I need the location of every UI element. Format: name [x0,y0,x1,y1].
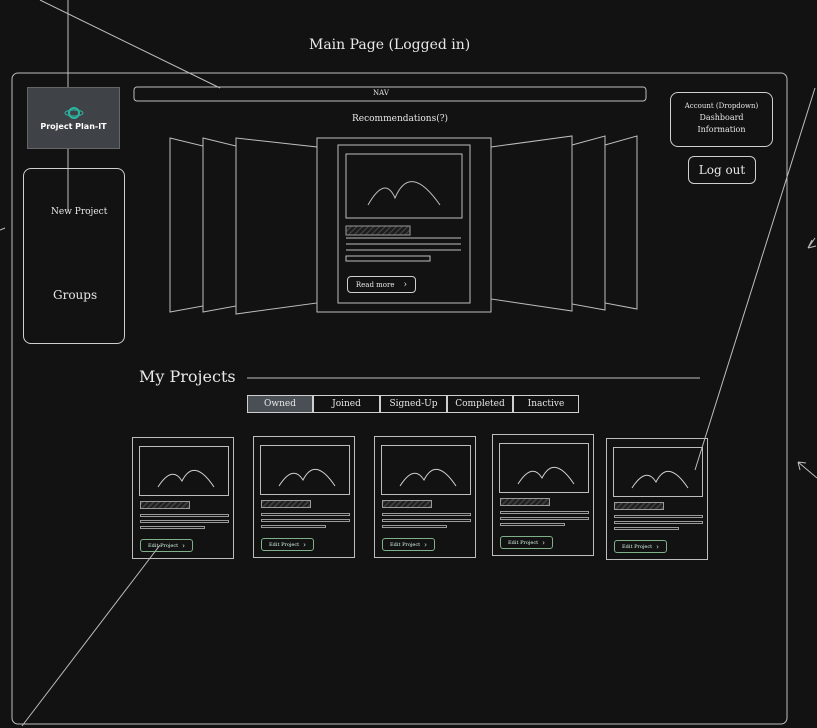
text-line [140,520,229,523]
project-title-placeholder [261,500,311,508]
text-line [382,513,471,516]
logo[interactable]: Project Plan-IT [27,87,120,149]
tab-owned[interactable]: Owned [247,395,313,413]
edit-project-label: Edit Project [269,541,300,548]
planet-logo-icon [64,107,83,119]
carousel-panel-right [571,135,606,311]
carousel-panel-right [604,135,638,310]
annotation-line [21,544,161,727]
text-line [382,525,447,528]
edit-project-button[interactable]: Edit Project › [500,536,553,549]
project-title-placeholder [500,498,550,506]
recommendations-title: Recommendations(?) [352,114,449,124]
read-more-label: Read more [355,280,395,289]
project-image [381,445,471,495]
mountain-icon [631,471,689,489]
project-image [499,443,589,493]
project-title-placeholder [382,500,432,508]
new-project-link[interactable]: New Project [51,207,107,217]
text-line [261,525,326,528]
account-dropdown-label: Account (Dropdown) [684,102,759,110]
dashboard-label: Dashboard [699,113,744,122]
tab-signed-up[interactable]: Signed-Up [380,395,447,413]
logout-label: Log out [698,163,746,177]
carousel-panel-right [490,135,573,312]
chevron-right-icon: › [303,540,306,549]
groups-link[interactable]: Groups [53,288,97,302]
sidebar-panel [23,168,125,344]
chevron-right-icon: › [656,542,659,551]
text-line [614,515,703,518]
arrow-icon [807,237,817,249]
carousel-panel-left [202,137,237,313]
edit-project-label: Edit Project [508,539,539,546]
account-dropdown[interactable]: Account (Dropdown) Dashboard Information [670,92,773,147]
project-image [139,446,229,496]
project-title-placeholder [614,502,664,510]
project-card[interactable]: Edit Project › [132,437,234,559]
annotation-line [39,0,221,89]
text-line [500,517,589,520]
mountain-icon [517,467,575,485]
arrow-icon [797,461,817,479]
chevron-right-icon: › [424,540,427,549]
tab-joined[interactable]: Joined [313,395,380,413]
project-card[interactable]: Edit Project › [253,436,355,558]
project-title-placeholder [140,501,190,509]
edit-project-button[interactable]: Edit Project › [261,538,314,551]
read-more-button[interactable]: Read more › [347,276,416,293]
nav-bar [133,86,647,102]
text-line [500,511,589,514]
arrow-icon [0,227,6,231]
text-line [500,523,565,526]
information-label: Information [697,125,746,134]
text-line [140,526,205,529]
mountain-icon [278,469,336,487]
logout-button[interactable]: Log out [688,156,756,184]
edit-project-button[interactable]: Edit Project › [382,538,435,551]
tab-inactive[interactable]: Inactive [513,395,579,413]
text-line [614,521,703,524]
project-card[interactable]: Edit Project › [492,434,594,556]
project-card[interactable]: Edit Project › [374,436,476,558]
carousel-panel-left [235,137,318,315]
text-line [382,519,471,522]
logo-text: Project Plan-IT [40,122,107,131]
edit-project-label: Edit Project [622,543,653,550]
nav-label[interactable]: NAV [373,89,389,97]
chevron-right-icon: › [403,279,408,290]
mountain-icon [399,469,457,487]
page-title: Main Page (Logged in) [309,37,471,53]
tab-completed[interactable]: Completed [447,395,513,413]
edit-project-label: Edit Project [390,541,421,548]
my-projects-heading: My Projects [139,367,236,386]
text-line [140,514,229,517]
carousel-image [345,153,463,219]
project-image [260,445,350,495]
project-image [613,447,703,497]
mountain-icon [157,470,215,488]
chevron-right-icon: › [182,541,185,550]
text-line [261,519,350,522]
edit-project-label: Edit Project [148,542,179,549]
project-card[interactable]: Edit Project › [606,438,708,560]
text-line [261,513,350,516]
edit-project-button[interactable]: Edit Project › [140,539,193,552]
text-line [614,527,679,530]
edit-project-button[interactable]: Edit Project › [614,540,667,553]
chevron-right-icon: › [542,538,545,547]
carousel-panel-left [169,137,204,313]
mountain-icon [367,181,441,206]
